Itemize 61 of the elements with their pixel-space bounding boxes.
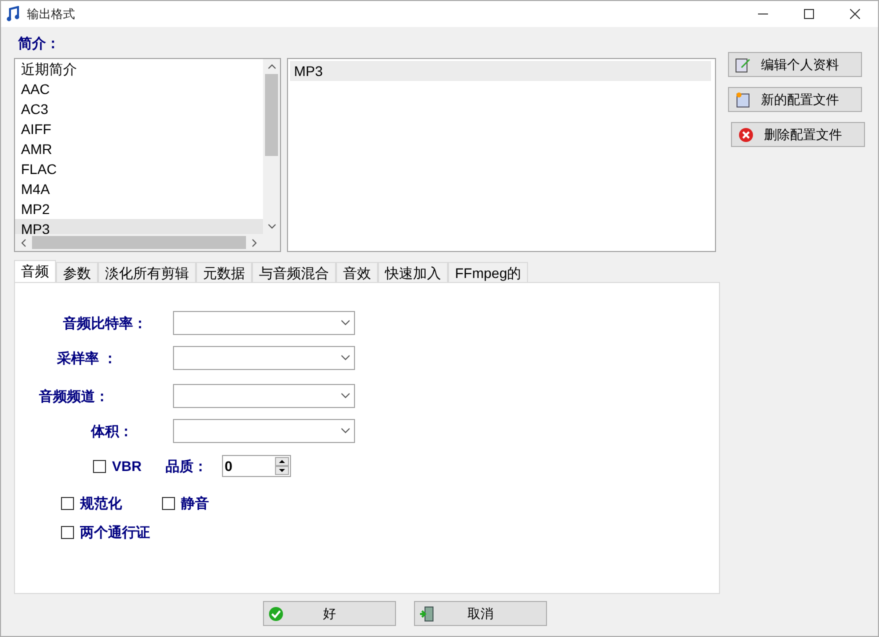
profile-button[interactable]: 新的配置文件	[728, 87, 862, 112]
tab[interactable]: 参数	[56, 262, 98, 282]
dropdown[interactable]	[173, 311, 355, 335]
tab[interactable]: 淡化所有剪辑	[98, 262, 196, 282]
music-note-icon	[5, 6, 21, 22]
dropdown[interactable]	[173, 419, 355, 443]
horizontal-scrollbar[interactable]	[15, 234, 280, 251]
document-icon	[735, 92, 751, 108]
profiles-label: 简介：	[18, 34, 61, 53]
profile-item[interactable]: 近期简介	[15, 59, 263, 79]
chevron-down-icon	[341, 355, 350, 361]
tab[interactable]: 元数据	[196, 262, 252, 282]
scroll-down-icon[interactable]	[268, 224, 276, 229]
close-icon	[850, 9, 860, 19]
chevron-down-icon	[341, 393, 350, 399]
profile-item[interactable]: MP3	[15, 219, 263, 234]
quality-spinner[interactable]: 0	[222, 455, 291, 477]
field-label: 体积：	[91, 422, 133, 440]
door-exit-icon	[419, 606, 435, 622]
profile-button[interactable]: 删除配置文件	[731, 122, 865, 147]
scroll-thumb[interactable]	[32, 236, 246, 249]
detail-item[interactable]: MP3	[290, 61, 711, 81]
profile-button[interactable]: 编辑个人资料	[728, 52, 862, 77]
profile-item[interactable]: AMR	[15, 139, 263, 159]
scroll-thumb[interactable]	[265, 74, 278, 156]
quality-label: 品质：	[166, 456, 208, 476]
dialog-button[interactable]: 取消	[414, 601, 547, 626]
dropdown[interactable]	[173, 384, 355, 408]
chevron-down-icon	[341, 320, 350, 326]
checkbox[interactable]: 规范化	[61, 493, 122, 514]
chevron-down-icon	[341, 428, 350, 434]
tab[interactable]: 音频	[14, 260, 56, 282]
profile-item[interactable]: FLAC	[15, 159, 263, 179]
tab[interactable]: 音效	[336, 262, 378, 282]
field-label: 音频比特率：	[63, 314, 147, 332]
checkbox[interactable]: VBR	[93, 456, 142, 476]
scroll-right-icon[interactable]	[252, 238, 257, 246]
vertical-scrollbar[interactable]	[263, 59, 280, 234]
profile-item[interactable]: M4A	[15, 179, 263, 199]
checkbox[interactable]: 两个通行证	[61, 522, 719, 543]
delete-icon	[738, 126, 754, 142]
scroll-left-icon[interactable]	[21, 238, 26, 246]
tab[interactable]: 快速加入	[378, 262, 448, 282]
maximize-icon	[804, 9, 814, 19]
profile-item[interactable]: AIFF	[15, 119, 263, 139]
tab[interactable]: 与音频混合	[252, 262, 336, 282]
check-icon	[268, 606, 284, 622]
field-label: 音频频道：	[39, 386, 109, 406]
notepad-pencil-icon	[735, 56, 751, 72]
profile-item[interactable]: AAC	[15, 79, 263, 99]
profile-item[interactable]: MP2	[15, 199, 263, 219]
dialog-button[interactable]: 好	[263, 601, 396, 626]
field-label: 采样率 ：	[57, 348, 117, 368]
tab[interactable]: FFmpeg的	[448, 262, 528, 282]
spin-down-icon	[274, 466, 289, 475]
spin-up-icon	[274, 457, 289, 466]
profile-item[interactable]: AC3	[15, 99, 263, 119]
scroll-up-icon[interactable]	[268, 64, 276, 69]
window-title: 输出格式	[27, 6, 75, 23]
dropdown[interactable]	[173, 346, 355, 370]
checkbox[interactable]: 静音	[162, 493, 209, 514]
